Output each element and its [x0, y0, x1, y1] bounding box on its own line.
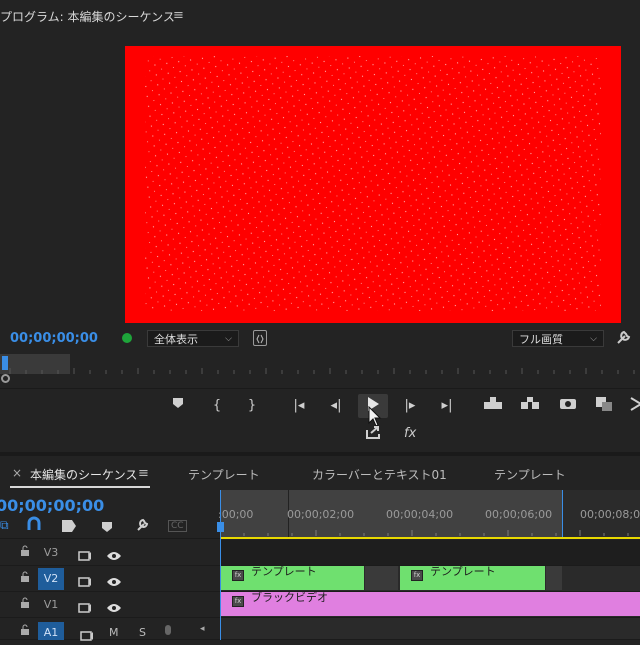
- step-forward-icon[interactable]: |▸: [400, 396, 420, 416]
- ruler-ticks: [220, 530, 629, 536]
- playhead-line[interactable]: [220, 490, 221, 640]
- ruler-label: :00;00: [218, 508, 254, 521]
- toggle-sync-lock-icon[interactable]: [78, 598, 92, 617]
- active-tab-indicator: [10, 486, 150, 488]
- playhead-handle[interactable]: [217, 522, 224, 532]
- ruler-label: 00;00;04;00: [386, 508, 454, 521]
- go-to-out-icon[interactable]: ▸|: [437, 396, 457, 416]
- tab-template-2[interactable]: テンプレート: [494, 466, 566, 483]
- compare-icon[interactable]: [594, 396, 614, 416]
- clip-template-2[interactable]: fx テンプレート: [400, 566, 545, 590]
- playback-resolution-value: フル画質: [519, 333, 563, 346]
- mark-in-icon[interactable]: {: [207, 396, 227, 416]
- captions-icon[interactable]: CC: [168, 520, 187, 532]
- step-back-icon[interactable]: ◂|: [326, 396, 346, 416]
- snap-icon[interactable]: ⧉: [0, 518, 9, 533]
- clip-label: ブラックビデオ: [251, 591, 328, 604]
- lock-icon[interactable]: [20, 545, 30, 560]
- overflow-icon[interactable]: [626, 396, 640, 416]
- toggle-sync-lock-icon[interactable]: [78, 546, 92, 565]
- clip-template-1[interactable]: fx テンプレート: [221, 566, 364, 590]
- go-to-in-icon[interactable]: |◂: [289, 396, 309, 416]
- lock-icon[interactable]: [20, 597, 30, 612]
- marker-icon[interactable]: [168, 396, 188, 416]
- track-lane-v3[interactable]: [220, 540, 640, 566]
- transition-gap[interactable]: [365, 566, 398, 590]
- program-monitor-title[interactable]: プログラム: 本編集のシーケンス: [0, 8, 175, 25]
- mark-out-icon[interactable]: }: [242, 396, 262, 416]
- ruler-label: 00;00;08;0: [580, 508, 640, 521]
- track-lane-a1[interactable]: [220, 618, 640, 640]
- tab-main-sequence[interactable]: 本編集のシーケンス: [30, 466, 137, 483]
- timeline-timecode[interactable]: 00;00;00;00: [0, 496, 104, 515]
- clip-black-video[interactable]: fx ブラックビデオ: [221, 592, 640, 616]
- clip-label: テンプレート: [251, 565, 317, 578]
- ruler-label: 00;00;02;00: [287, 508, 355, 521]
- work-area-bar[interactable]: [220, 537, 640, 539]
- linked-selection-icon[interactable]: [26, 516, 42, 536]
- marker-icon[interactable]: [101, 518, 113, 537]
- zoom-level-value: 全体表示: [154, 333, 198, 346]
- program-timecode[interactable]: 00;00;00;00: [10, 331, 98, 346]
- wrench-icon[interactable]: [135, 516, 151, 536]
- lock-icon[interactable]: [20, 624, 30, 639]
- ruler-label: 00;00;06;00: [485, 508, 553, 521]
- mini-playhead-handle[interactable]: [1, 374, 10, 383]
- fx-badge-icon: fx: [232, 596, 244, 607]
- fx-badge-icon: fx: [232, 570, 244, 581]
- transition-gap[interactable]: [546, 566, 562, 590]
- tab-colorbar-text[interactable]: カラーバーとテキスト01: [312, 466, 447, 483]
- track-label-a1[interactable]: A1: [38, 622, 64, 640]
- toggle-sync-lock-icon[interactable]: [78, 572, 92, 591]
- eye-icon[interactable]: [106, 572, 122, 591]
- program-frame[interactable]: [125, 46, 621, 323]
- camera-icon[interactable]: [558, 396, 578, 416]
- eye-icon[interactable]: [106, 598, 122, 617]
- frame-noise-pattern: [145, 56, 601, 311]
- mute-button[interactable]: M: [109, 626, 119, 639]
- tab-template[interactable]: テンプレート: [188, 466, 260, 483]
- lock-icon[interactable]: [20, 571, 30, 586]
- safe-margins-button[interactable]: [253, 330, 267, 346]
- brackets-icon: [256, 334, 264, 344]
- eye-icon[interactable]: [106, 546, 122, 565]
- playback-resolution-select[interactable]: フル画質 ⌵: [512, 330, 604, 347]
- mini-ruler-ticks: [9, 368, 635, 374]
- panel-menu-icon[interactable]: ≡: [173, 8, 184, 23]
- wrench-icon[interactable]: [615, 328, 633, 350]
- export-frame-icon[interactable]: [363, 424, 383, 444]
- zoom-level-select[interactable]: 全体表示 ⌵: [147, 330, 239, 347]
- divider: [0, 388, 640, 389]
- clip-label: テンプレート: [430, 565, 496, 578]
- fx-badge-icon: fx: [411, 570, 423, 581]
- track-label-v1[interactable]: V1: [38, 594, 64, 616]
- fx-icon[interactable]: fx: [404, 426, 416, 441]
- microphone-icon[interactable]: [163, 624, 173, 644]
- solo-button[interactable]: S: [139, 626, 146, 639]
- track-label-v2[interactable]: V2: [38, 568, 64, 590]
- track-label-v3[interactable]: V3: [38, 542, 64, 564]
- close-tab-icon[interactable]: ×: [12, 466, 22, 480]
- fit-status-dot: [122, 333, 132, 343]
- lift-icon[interactable]: [483, 396, 503, 416]
- chevron-down-icon: ⌵: [590, 334, 597, 344]
- toggle-sync-lock-icon[interactable]: [80, 626, 94, 645]
- panel-menu-icon[interactable]: ≡: [138, 466, 149, 481]
- chevron-down-icon: ⌵: [225, 334, 232, 344]
- extract-icon[interactable]: [520, 396, 540, 416]
- add-marker-icon[interactable]: [61, 518, 77, 537]
- expand-arrow-icon[interactable]: ◂: [200, 624, 205, 634]
